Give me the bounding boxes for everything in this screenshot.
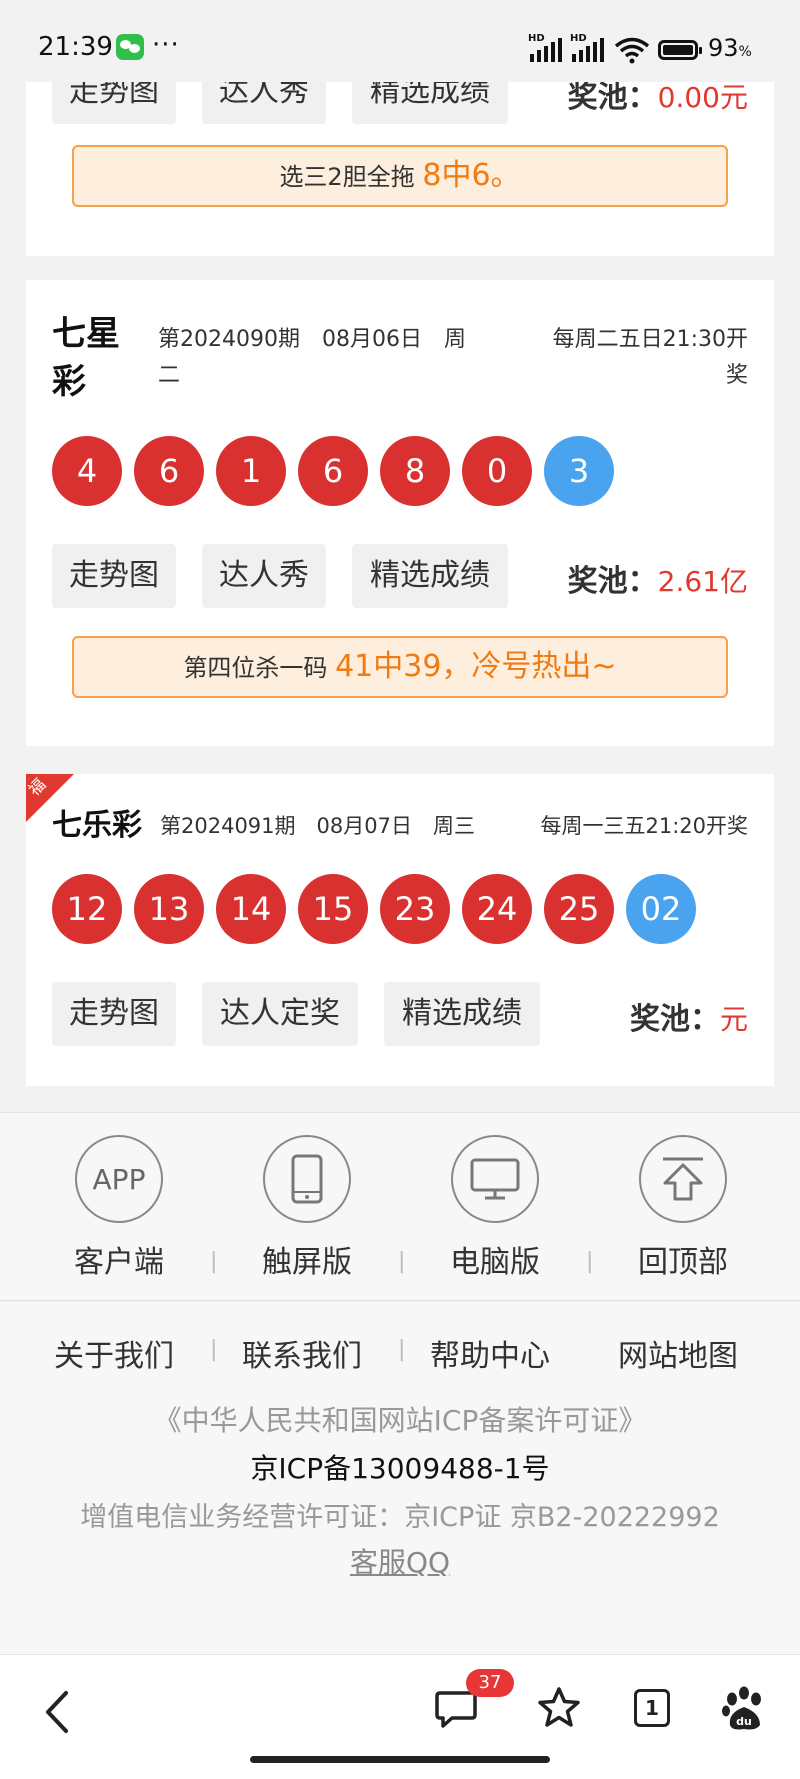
lottery-name: 七乐彩: [52, 808, 142, 843]
sitemap-link[interactable]: 网站地图: [618, 1331, 738, 1375]
draw-info: 第2024090期 08月06日 周二: [158, 327, 467, 388]
service-qq-link[interactable]: 客服QQ: [0, 1541, 800, 1581]
battery-percent: 93%: [708, 34, 752, 62]
baidu-paw-icon[interactable]: du: [720, 1685, 768, 1733]
selected-results-button[interactable]: 精选成绩: [352, 544, 508, 608]
lottery-card-qixingcai: 七星彩 第2024090期 08月06日 周二 每周二五日21:30开奖 461…: [26, 280, 774, 746]
arrow-up-icon: [639, 1135, 727, 1223]
touch-version-link[interactable]: 触屏版: [232, 1135, 382, 1281]
lottery-card-prev: 走势图 达人秀 精选成绩 奖池：0.00元 选三2胆全拖 8中6。: [26, 60, 774, 256]
tip-banner[interactable]: 选三2胆全拖 8中6。: [72, 145, 728, 207]
number-ball: 6: [134, 436, 204, 506]
number-ball: 12: [52, 874, 122, 944]
number-ball: 14: [216, 874, 286, 944]
license-text: 增值电信业务经营许可证：京ICP证 京B2-20222992: [80, 1502, 720, 1533]
status-bar: 21:39 ··· HD HD 93%: [0, 0, 800, 82]
footer: 关于我们 | 联系我们 | 帮助中心 网站地图 《中华人民共和国网站ICP备案许…: [0, 1300, 800, 1655]
icp-title: 《中华人民共和国网站ICP备案许可证》: [153, 1404, 647, 1437]
wifi-icon: [614, 37, 650, 64]
trend-chart-button[interactable]: 走势图: [52, 544, 176, 608]
star-icon[interactable]: [536, 1685, 582, 1731]
signal-icon-1: [530, 36, 562, 62]
number-ball: 13: [134, 874, 204, 944]
draw-schedule: 每周一三五21:20开奖: [540, 814, 748, 838]
monitor-icon: [451, 1135, 539, 1223]
number-ball: 15: [298, 874, 368, 944]
home-indicator: [250, 1756, 550, 1763]
client-app-link[interactable]: APP 客户端: [44, 1135, 194, 1281]
help-center-link[interactable]: 帮助中心: [430, 1331, 550, 1375]
contact-us-link[interactable]: 联系我们: [242, 1331, 362, 1375]
app-version-nav: APP 客户端 | 触屏版 | 电脑版 | 回顶部: [0, 1112, 800, 1301]
number-ball: 4: [52, 436, 122, 506]
draw-info: 第2024091期 08月07日 周三: [160, 814, 475, 838]
wechat-icon: [116, 34, 144, 60]
expert-prize-button[interactable]: 达人定奖: [202, 982, 358, 1046]
number-ball: 0: [462, 436, 532, 506]
back-icon[interactable]: [42, 1689, 72, 1735]
number-ball: 23: [380, 874, 450, 944]
draw-schedule: 每周二五日21:30开奖: [552, 327, 748, 388]
battery-icon: [658, 40, 702, 60]
prize-pool: 奖池：2.61亿: [567, 564, 748, 599]
phone-icon: [263, 1135, 351, 1223]
status-time: 21:39: [38, 32, 113, 62]
lottery-card-qilecai: 福 七乐彩 第2024091期 08月07日 周三 每周一三五21:20开奖 1…: [25, 774, 774, 1086]
back-to-top-link[interactable]: 回顶部: [608, 1135, 758, 1281]
lottery-name: 七星彩: [52, 314, 120, 402]
expert-show-button[interactable]: 达人秀: [202, 544, 326, 608]
prize-pool-amount: 0.00元: [657, 81, 748, 114]
signal-icon-2: [572, 36, 604, 62]
prize-pool-amount: 2.61亿: [657, 565, 748, 598]
number-ball: 24: [462, 874, 532, 944]
prize-pool-amount: 元: [719, 1003, 748, 1036]
prize-pool: 奖池：元: [629, 1002, 748, 1037]
about-us-link[interactable]: 关于我们: [54, 1331, 174, 1375]
tabs-button[interactable]: 1: [634, 1689, 670, 1727]
trend-chart-button[interactable]: 走势图: [52, 982, 176, 1046]
selected-results-button[interactable]: 精选成绩: [384, 982, 540, 1046]
number-ball: 8: [380, 436, 450, 506]
number-ball: 1: [216, 436, 286, 506]
more-notifications-icon: ···: [152, 30, 180, 60]
app-icon: APP: [75, 1135, 163, 1223]
svg-text:du: du: [736, 1715, 752, 1728]
special-number-ball: 02: [626, 874, 696, 944]
number-ball: 6: [298, 436, 368, 506]
special-number-ball: 3: [544, 436, 614, 506]
desktop-version-link[interactable]: 电脑版: [420, 1135, 570, 1281]
comment-count-badge: 37: [466, 1669, 514, 1697]
tip-banner[interactable]: 第四位杀一码 41中39，冷号热出~: [72, 636, 728, 698]
icp-number: 京ICP备13009488-1号: [250, 1452, 550, 1485]
number-ball: 25: [544, 874, 614, 944]
